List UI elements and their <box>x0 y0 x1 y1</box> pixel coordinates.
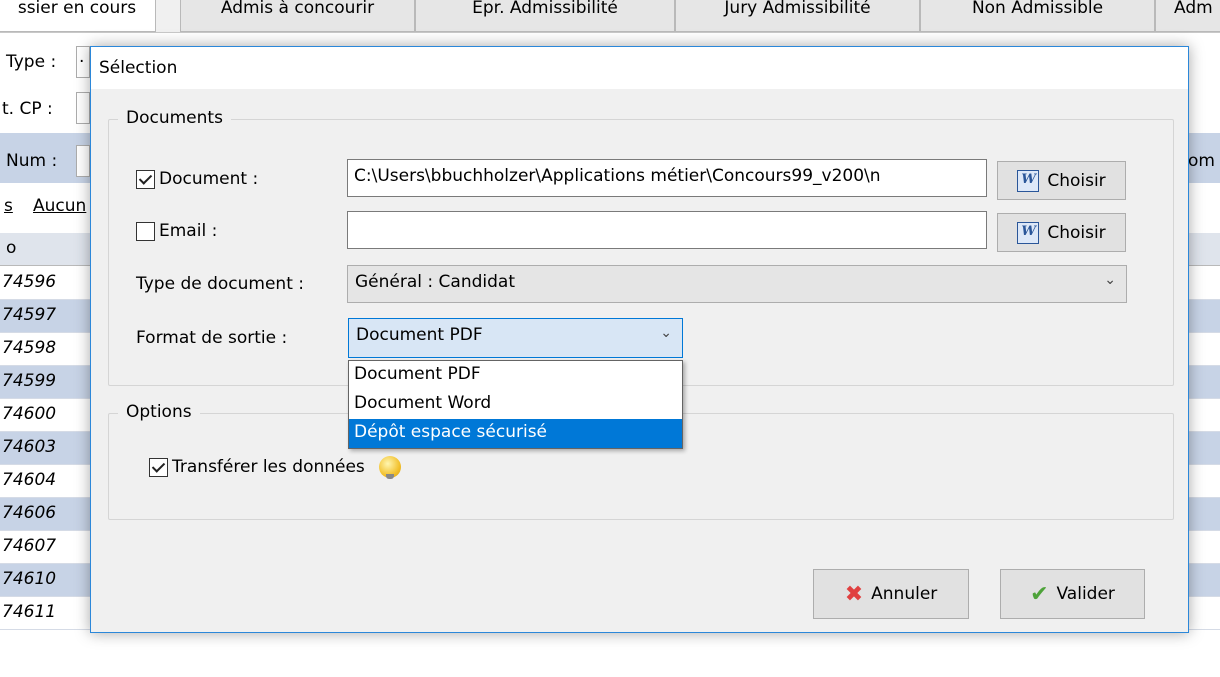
tab-epr-admissibilite[interactable]: Epr. Admissibilité <box>415 0 675 32</box>
num-label: Num : <box>6 151 58 171</box>
tab-jury-admissibilite[interactable]: Jury Admissibilité <box>675 0 920 32</box>
row-id-cell: 74597 <box>2 305 57 325</box>
documents-group-title: Documents <box>118 108 231 128</box>
validate-button[interactable]: ✔ Valider <box>1000 569 1145 619</box>
tab-admis-a-concourir[interactable]: Admis à concourir <box>180 0 415 32</box>
doc-type-select[interactable]: Général : Candidat ⌄ <box>347 265 1127 303</box>
row-id-cell: 74604 <box>2 470 57 490</box>
email-field[interactable] <box>347 211 987 249</box>
type-field[interactable]: . <box>76 46 90 78</box>
green-check-icon: ✔ <box>1030 581 1049 607</box>
tab-strip: ssier en cours Admis à concourir Epr. Ad… <box>0 0 1220 33</box>
format-dropdown-list: Document PDF Document Word Dépôt espace … <box>348 360 683 449</box>
row-id-cell: 74606 <box>2 503 57 523</box>
format-option-word[interactable]: Document Word <box>349 390 682 419</box>
dialog-title: Sélection <box>99 58 178 78</box>
document-checkbox-row[interactable]: Document : <box>136 169 258 189</box>
row-id-cell: 74610 <box>2 569 57 589</box>
validate-label: Valider <box>1056 584 1115 604</box>
tab-admis[interactable]: Adm <box>1155 0 1220 32</box>
row-id-cell: 74598 <box>2 338 57 358</box>
document-path-field[interactable]: C:\Users\bbuchholzer\Applications métier… <box>347 159 987 197</box>
tab-non-admissible[interactable]: Non Admissible <box>920 0 1155 32</box>
transfer-checkbox[interactable] <box>149 457 168 477</box>
cancel-button[interactable]: ✖ Annuler <box>813 569 969 619</box>
row-id-cell: 74607 <box>2 536 57 556</box>
email-choose-label: Choisir <box>1047 222 1106 243</box>
selection-dialog: Sélection Documents Document : C:\Users\… <box>90 46 1189 633</box>
format-select[interactable]: Document PDF ⌄ <box>348 318 683 358</box>
format-label: Format de sortie : <box>136 328 288 348</box>
transfer-checkbox-row[interactable]: Transférer les données <box>149 456 401 479</box>
document-label: Document : <box>159 169 259 189</box>
document-choose-button[interactable]: Choisir <box>997 161 1126 200</box>
chevron-down-icon: ⌄ <box>660 325 672 341</box>
select-none-link[interactable]: Aucun <box>33 196 86 216</box>
email-checkbox-row[interactable]: Email : <box>136 221 217 241</box>
format-option-pdf[interactable]: Document PDF <box>349 361 682 390</box>
document-checkbox[interactable] <box>136 169 155 189</box>
num-field[interactable] <box>76 145 90 177</box>
word-document-icon <box>1017 169 1040 192</box>
row-id-cell: 74600 <box>2 404 57 424</box>
format-option-secure-deposit[interactable]: Dépôt espace sécurisé <box>349 419 682 448</box>
options-group-title: Options <box>118 402 200 422</box>
cp-field[interactable] <box>76 92 90 124</box>
grid-header-no[interactable]: o <box>6 238 16 258</box>
select-all-link[interactable]: s <box>4 196 13 216</box>
format-value: Document PDF <box>356 325 483 345</box>
word-document-icon <box>1017 221 1040 244</box>
row-id-cell: 74596 <box>2 272 57 292</box>
dialog-titlebar[interactable]: Sélection <box>91 47 1188 89</box>
type-label: Type : <box>6 52 57 72</box>
doc-type-value: Général : Candidat <box>355 272 515 292</box>
doc-type-label: Type de document : <box>136 274 305 294</box>
cp-label: t. CP : <box>2 99 53 119</box>
row-id-cell: 74603 <box>2 437 57 457</box>
document-choose-label: Choisir <box>1047 170 1106 191</box>
transfer-label: Transférer les données <box>172 457 365 477</box>
tab-dossier-en-cours[interactable]: ssier en cours <box>0 0 156 32</box>
type-field-value: . <box>79 47 85 67</box>
row-id-cell: 74611 <box>2 602 57 622</box>
red-x-icon: ✖ <box>844 581 864 607</box>
row-id-cell: 74599 <box>2 371 57 391</box>
cancel-label: Annuler <box>871 584 938 604</box>
nom-label: om <box>1188 151 1215 171</box>
email-checkbox[interactable] <box>136 221 155 241</box>
chevron-down-icon: ⌄ <box>1104 272 1116 288</box>
email-choose-button[interactable]: Choisir <box>997 213 1126 252</box>
email-label: Email : <box>159 221 218 241</box>
lightbulb-icon[interactable] <box>378 456 401 479</box>
